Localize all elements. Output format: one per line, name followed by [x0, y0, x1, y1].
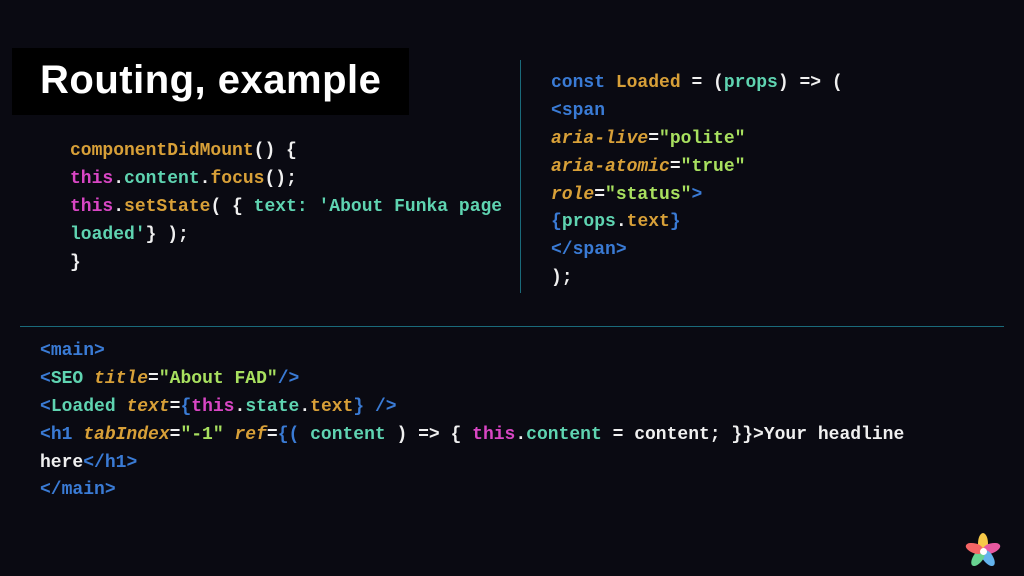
bottom-code-block: <main> <SEO title="About FAD"/> <Loaded … [40, 338, 1004, 505]
flower-logo-icon [964, 524, 1002, 562]
right-code-block: const Loaded = (props) => ( <span aria-l… [520, 60, 1024, 293]
code-columns: componentDidMount() { this.content.focus… [0, 60, 1024, 293]
code-left: componentDidMount() { this.content.focus… [70, 138, 520, 277]
horizontal-divider [20, 326, 1004, 327]
left-code-block: componentDidMount() { this.content.focus… [0, 60, 520, 293]
code-right: const Loaded = (props) => ( <span aria-l… [551, 70, 1024, 293]
